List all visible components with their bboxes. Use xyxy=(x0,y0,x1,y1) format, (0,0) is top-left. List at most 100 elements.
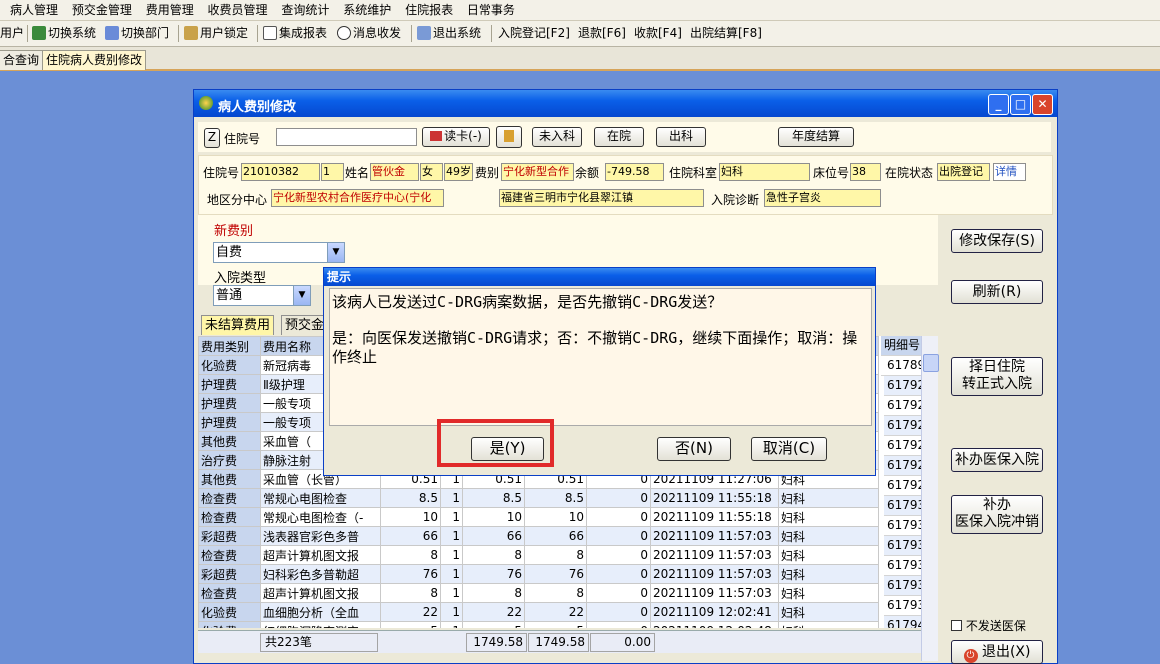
refresh-button[interactable]: 刷新(R) xyxy=(951,280,1043,304)
reschedule-button[interactable]: 择日住院 转正式入院 xyxy=(951,357,1043,396)
insurance-admission-button[interactable]: 补办医保入院 xyxy=(951,448,1043,472)
document-tabbar: 合查询 住院病人费别修改 xyxy=(0,47,1160,71)
menu-query[interactable]: 查询统计 xyxy=(271,0,329,20)
table-row[interactable]: 彩超费 浅表器官彩色多普 66 1 66 66 0 20211109 11:57:03 妇科 xyxy=(198,526,879,546)
toolbar-collect[interactable]: 收款[F4] xyxy=(634,24,682,42)
minimize-button[interactable]: _ xyxy=(988,94,1009,115)
save-button[interactable]: 修改保存(S) xyxy=(951,229,1043,253)
discharged-button[interactable]: 出科 xyxy=(656,127,706,147)
cell: 66 xyxy=(462,526,525,546)
cancel-button[interactable]: 取消(C) xyxy=(751,437,827,461)
toolbar-exit-system[interactable]: 退出系统 xyxy=(417,24,481,42)
table-row[interactable]: 化验费红细胞沉降率测定5155020211109 12:02:48妇科 xyxy=(198,621,879,628)
toolbar-integrated-report[interactable]: 集成报表 xyxy=(263,24,327,42)
annual-settlement-button[interactable]: 年度结算 xyxy=(778,127,854,147)
toolbar-switch-dept[interactable]: 切换部门 xyxy=(105,24,169,42)
maximize-button[interactable]: □ xyxy=(1010,94,1031,115)
cell: 0 xyxy=(586,545,651,565)
z-button[interactable]: Z xyxy=(204,128,220,148)
cell: 妇科 xyxy=(778,545,879,565)
cell: 妇科 xyxy=(778,488,879,508)
table-row[interactable]: 彩超费 妇科彩色多普勒超 76 1 76 76 0 20211109 11:57:03 妇科 xyxy=(198,564,879,584)
toolbar-discharge[interactable]: 出院结算[F8] xyxy=(690,24,762,42)
diagnosis-field: 急性子宫炎 xyxy=(764,189,881,207)
cell: 8 xyxy=(524,583,587,603)
no-button[interactable]: 否(N) xyxy=(657,437,731,461)
scroll-thumb[interactable] xyxy=(923,354,939,372)
cell-detail-no: 61793 xyxy=(884,576,921,596)
in-hospital-button[interactable]: 在院 xyxy=(594,127,644,147)
menu-system[interactable]: 系统维护 xyxy=(333,0,391,20)
detail-button[interactable]: 详情 xyxy=(993,163,1026,181)
exit-button[interactable]: ⏻ 退出(X) xyxy=(951,640,1043,664)
window-titlebar: 病人费别修改 _ □ ✕ xyxy=(194,90,1057,117)
table-row[interactable]: 化验费 血细胞分析（全血 22 1 22 22 0 20211109 12:02:41 妇科 xyxy=(198,602,879,622)
cell: 20211109 12:02:48 xyxy=(650,621,779,628)
cell-detail-no: 61792 xyxy=(884,396,921,416)
grid-footer: 共223笔 1749.58 1749.58 0.00 xyxy=(198,630,921,653)
cell-category: 化验费 xyxy=(198,602,261,622)
cell-detail-no: 61793 xyxy=(884,556,921,576)
dept-field: 妇科 xyxy=(719,163,810,181)
table-row[interactable]: 检查费 常规心电图检查 8.5 1 8.5 8.5 0 20211109 11:55:18 妇科 xyxy=(198,488,879,508)
no-send-checkbox[interactable] xyxy=(951,620,962,631)
broom-button[interactable] xyxy=(496,126,522,148)
cell-category: 其他费 xyxy=(198,469,261,489)
window-title: 病人费别修改 xyxy=(218,100,297,115)
cell: 1 xyxy=(440,545,463,565)
tab-deposits[interactable]: 预交金 xyxy=(281,315,329,335)
admission-no-label: 住院号 xyxy=(224,132,261,146)
toolbar-messages[interactable]: 消息收发 xyxy=(337,24,401,42)
admission-type-select[interactable]: 普通 ▼ xyxy=(213,285,311,306)
fee-type-label: 费别 xyxy=(475,166,500,180)
bed-seq-field: 1 xyxy=(321,163,344,181)
new-fee-select[interactable]: 自费 ▼ xyxy=(213,242,345,263)
not-admitted-button[interactable]: 未入科 xyxy=(532,127,582,147)
bed-label: 床位号 xyxy=(813,166,850,180)
fee-type-field: 宁化新型合作 xyxy=(501,163,574,181)
close-button[interactable]: ✕ xyxy=(1032,94,1053,115)
cell: 20211109 11:57:03 xyxy=(650,583,779,603)
toolbar-separator xyxy=(491,25,492,42)
header-detail-no[interactable]: 明细号 xyxy=(881,336,921,356)
tab-fee-type-modify[interactable]: 住院病人费别修改 xyxy=(42,50,147,70)
menu-deposit[interactable]: 预交金管理 xyxy=(62,0,132,20)
table-row[interactable]: 检查费 超声计算机图文报 8 1 8 8 0 20211109 11:57:03 妇科 xyxy=(198,583,879,603)
menu-patient[interactable]: 病人管理 xyxy=(0,0,58,20)
cell-detail-no: 61794 xyxy=(884,616,921,628)
toolbar-switch-system[interactable]: 切换系统 xyxy=(32,24,96,42)
cell: 5 xyxy=(524,621,587,628)
cell: 20211109 11:57:03 xyxy=(650,564,779,584)
toolbar-refund[interactable]: 退款[F6] xyxy=(578,24,626,42)
table-row[interactable]: 检查费 超声计算机图文报 8 1 8 8 0 20211109 11:57:03 妇科 xyxy=(198,545,879,565)
menu-fee[interactable]: 费用管理 xyxy=(136,0,194,20)
menu-report[interactable]: 住院报表 xyxy=(395,0,453,20)
new-fee-label: 新费别 xyxy=(214,224,254,239)
cell-detail-no: 61792 xyxy=(884,376,921,396)
insurance-reversal-button[interactable]: 补办 医保入院冲销 xyxy=(951,495,1043,534)
admission-type-label: 入院类型 xyxy=(214,271,267,286)
tab-combined-query[interactable]: 合查询 xyxy=(0,50,44,70)
table-row[interactable]: 检查费 常规心电图检查（- 10 1 10 10 0 20211109 11:55:18 妇科 xyxy=(198,507,879,527)
bed-field: 38 xyxy=(850,163,881,181)
read-card-button[interactable]: 读卡(-) xyxy=(422,127,490,147)
menu-cashier[interactable]: 收费员管理 xyxy=(198,0,268,20)
total-amount-1: 1749.58 xyxy=(466,633,527,652)
name-label: 姓名 xyxy=(345,166,370,180)
toolbar-user[interactable]: 用户 xyxy=(0,24,24,42)
toolbar-admission[interactable]: 入院登记[F2] xyxy=(498,24,570,42)
grid-scrollbar[interactable] xyxy=(921,336,939,661)
cell: 8.5 xyxy=(524,488,587,508)
menu-daily[interactable]: 日常事务 xyxy=(457,0,515,20)
lock-icon xyxy=(184,26,198,40)
broom-icon xyxy=(504,130,514,142)
cell: 10 xyxy=(462,507,525,527)
toolbar-user-lock[interactable]: 用户锁定 xyxy=(184,24,248,42)
report-icon xyxy=(263,26,277,40)
cell: 8 xyxy=(380,583,441,603)
admission-no-input[interactable] xyxy=(276,128,417,146)
cell: 1 xyxy=(440,488,463,508)
tab-unsettled-fees[interactable]: 未结算费用 xyxy=(201,315,275,335)
no-send-checkbox-row[interactable]: 不发送医保 xyxy=(951,617,1026,634)
header-fee-category[interactable]: 费用类别 xyxy=(198,336,261,356)
